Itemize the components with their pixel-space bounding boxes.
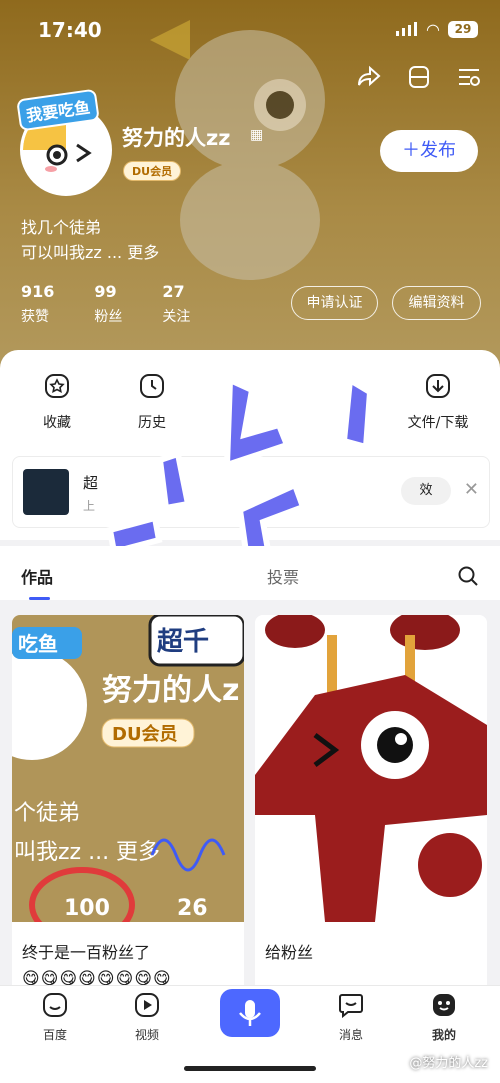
qr-code-icon[interactable]: ▦ — [250, 127, 263, 143]
header-actions — [356, 64, 482, 90]
settings-icon[interactable] — [456, 64, 482, 90]
avatar-container[interactable]: 我要吃鱼 — [16, 86, 113, 196]
stat-likes[interactable]: 916 获赞 — [21, 282, 54, 326]
edit-profile-button[interactable]: 编辑资料 — [392, 286, 481, 320]
nav-video-label: 视频 — [134, 1028, 159, 1042]
tab-votes[interactable]: 投票 — [267, 564, 299, 588]
watermark: @努力的人zz — [409, 1056, 488, 1071]
star-icon — [45, 374, 69, 398]
home-icon — [43, 993, 67, 1017]
profile-icon — [433, 994, 455, 1016]
wifi-icon: ◠ — [426, 20, 440, 39]
close-icon[interactable]: ✕ — [464, 479, 479, 500]
post-image-bio2: 叫我zz ... 更多 — [14, 840, 160, 865]
post-thumbnail: 吃鱼 超千 努力的人z DU会员 个徒弟 叫我zz ... 更多 100 26 — [12, 615, 244, 922]
nav-baidu-label: 百度 — [42, 1028, 67, 1042]
publish-button[interactable]: ＋发布 — [380, 130, 478, 172]
stat-likes-label: 获赞 — [21, 309, 49, 325]
stat-likes-value: 916 — [21, 282, 55, 301]
profile-username: 努力的人zz — [122, 126, 231, 150]
post-thumbnail — [255, 615, 487, 922]
profile-stats: 916 获赞 99 粉丝 27 关注 — [21, 282, 190, 326]
post-image-banner: 吃鱼 — [18, 632, 58, 656]
download-icon — [426, 374, 450, 398]
share-icon[interactable] — [356, 64, 382, 90]
bio-line-2[interactable]: 可以叫我zz ... 更多 — [21, 239, 159, 263]
nav-messages-label: 消息 — [338, 1028, 363, 1042]
nav-baidu[interactable]: 百度 — [25, 992, 85, 1043]
post-image-name: 努力的人z — [102, 673, 239, 708]
bio-line-1: 找几个徒弟 — [21, 218, 102, 237]
favorites-label: 收藏 — [43, 415, 71, 431]
tab-works[interactable]: 作品 — [21, 564, 53, 588]
post-caption: 给粉丝 — [265, 943, 314, 962]
nav-messages[interactable]: 消息 — [321, 992, 381, 1043]
cellular-signal-icon — [396, 22, 417, 36]
mascot-background-illustration — [150, 20, 325, 280]
post-card[interactable]: 给粉丝 — [255, 615, 487, 995]
stat-fans[interactable]: 99 粉丝 — [94, 282, 122, 326]
stat-fans-label: 粉丝 — [94, 309, 123, 325]
stat-following-value: 27 — [162, 282, 185, 301]
nav-video[interactable]: 视频 — [117, 992, 177, 1043]
post-image-bio1: 个徒弟 — [14, 801, 80, 826]
post-image-badge: DU会员 — [112, 723, 178, 745]
video-icon — [135, 993, 159, 1017]
content-tabs: 作品 投票 — [0, 546, 500, 600]
apply-certification-button[interactable]: 申请认证 — [291, 286, 378, 320]
stat-following-label: 关注 — [162, 309, 191, 325]
quick-action-favorites[interactable]: 收藏 — [17, 372, 97, 432]
scan-icon[interactable] — [406, 64, 432, 90]
battery-icon: 29 — [448, 21, 478, 38]
microphone-icon — [239, 1000, 261, 1026]
status-time: 17:40 — [38, 18, 102, 42]
search-icon[interactable] — [457, 565, 479, 587]
post-card[interactable]: 吃鱼 超千 努力的人z DU会员 个徒弟 叫我zz ... 更多 100 26 … — [12, 615, 244, 995]
post-caption: 终于是一百粉丝了 — [22, 943, 151, 962]
post-image-stat-2: 26 — [177, 896, 208, 921]
stat-following[interactable]: 27 关注 — [162, 282, 190, 326]
post-image-top-text: 超千 — [157, 627, 209, 657]
recent-item-thumbnail — [23, 469, 69, 515]
nav-mine[interactable]: 我的 — [414, 992, 474, 1043]
status-bar: 17:40 ◠ 29 — [0, 0, 500, 58]
post-image-stat-1: 100 — [64, 896, 110, 921]
home-indicator — [184, 1066, 316, 1071]
voice-search-button[interactable] — [220, 989, 280, 1037]
message-icon — [339, 994, 363, 1019]
stat-fans-value: 99 — [94, 282, 117, 301]
nav-mine-label: 我的 — [431, 1028, 456, 1042]
membership-badge[interactable]: DU会员 — [123, 161, 182, 181]
